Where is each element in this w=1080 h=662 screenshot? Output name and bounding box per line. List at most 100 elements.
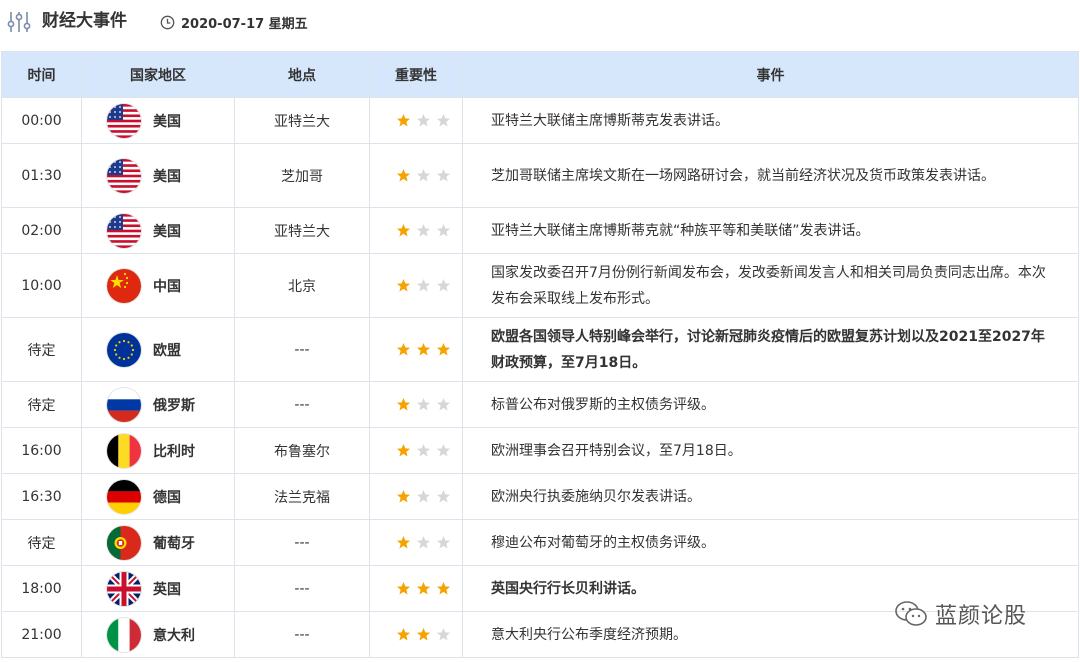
star-empty-icon bbox=[416, 168, 431, 183]
cell-time: 10:00 bbox=[1, 253, 82, 318]
country-name: 德国 bbox=[153, 489, 181, 506]
cell-time: 待定 bbox=[1, 317, 82, 382]
cell-importance bbox=[369, 381, 463, 428]
star-filled-icon bbox=[396, 443, 411, 458]
cell-importance bbox=[369, 565, 463, 612]
cell-time: 16:30 bbox=[1, 473, 82, 520]
cell-country: 美国 bbox=[81, 143, 235, 208]
star-empty-icon bbox=[436, 489, 451, 504]
cell-country: 中国 bbox=[81, 253, 235, 318]
star-empty-icon bbox=[436, 113, 451, 128]
country-name: 比利时 bbox=[153, 443, 195, 460]
wechat-icon bbox=[895, 601, 927, 626]
star-empty-icon bbox=[416, 535, 431, 550]
cell-country: 葡萄牙 bbox=[81, 519, 235, 566]
star-filled-icon bbox=[396, 535, 411, 550]
table-row: 01:30 美国 芝加哥 芝加哥联储主席埃文斯在一场网路研讨会，就当前经济状况及货币政… bbox=[1, 143, 1079, 208]
cell-importance bbox=[369, 427, 463, 474]
cell-country: 欧盟 bbox=[81, 317, 235, 382]
star-empty-icon bbox=[436, 535, 451, 550]
importance-stars bbox=[370, 581, 462, 596]
star-empty-icon bbox=[436, 397, 451, 412]
clock-icon bbox=[160, 15, 175, 29]
flag-us-icon bbox=[107, 158, 141, 193]
importance-stars bbox=[370, 278, 462, 293]
table-row: 待定 葡萄牙 --- 穆迪公布对葡萄牙的主权债务评级。 bbox=[1, 519, 1079, 566]
cell-event: 亚特兰大联储主席博斯蒂克发表讲话。 bbox=[462, 97, 1079, 144]
flag-it-icon bbox=[107, 617, 141, 652]
country-wrap: 葡萄牙 bbox=[82, 525, 234, 560]
star-filled-icon bbox=[396, 581, 411, 596]
column-header-country: 国家地区 bbox=[81, 51, 235, 98]
flag-gb-icon bbox=[107, 571, 141, 606]
cell-importance bbox=[369, 253, 463, 318]
star-filled-icon bbox=[416, 627, 431, 642]
cell-location: 法兰克福 bbox=[234, 473, 370, 520]
country-wrap: 美国 bbox=[82, 103, 234, 138]
star-empty-icon bbox=[416, 397, 431, 412]
column-header-event: 事件 bbox=[462, 51, 1079, 98]
country-wrap: 英国 bbox=[82, 571, 234, 606]
country-wrap: 德国 bbox=[82, 479, 234, 514]
cell-location: 北京 bbox=[234, 253, 370, 318]
cell-importance bbox=[369, 317, 463, 382]
country-wrap: 欧盟 bbox=[82, 332, 234, 367]
star-filled-icon bbox=[396, 397, 411, 412]
importance-stars bbox=[370, 113, 462, 128]
country-name: 中国 bbox=[153, 278, 181, 295]
title-bar: 财经大事件 2020-07-17 星期五 bbox=[0, 0, 1080, 46]
events-table: 时间 国家地区 地点 重要性 事件 00:00 美国 亚特兰大 亚特兰大联储主席博斯蒂… bbox=[1, 51, 1079, 658]
cell-time: 16:00 bbox=[1, 427, 82, 474]
cell-time: 00:00 bbox=[1, 97, 82, 144]
country-name: 美国 bbox=[153, 223, 181, 240]
star-filled-icon bbox=[436, 342, 451, 357]
cell-location: --- bbox=[234, 611, 370, 658]
cell-location: 亚特兰大 bbox=[234, 97, 370, 144]
country-wrap: 意大利 bbox=[82, 617, 234, 652]
cell-country: 俄罗斯 bbox=[81, 381, 235, 428]
cell-importance bbox=[369, 519, 463, 566]
country-name: 美国 bbox=[153, 168, 181, 185]
cell-importance bbox=[369, 473, 463, 520]
date-display: 2020-07-17 星期五 bbox=[160, 12, 308, 32]
star-filled-icon bbox=[416, 342, 431, 357]
flag-us-icon bbox=[107, 103, 141, 138]
date-text: 2020-07-17 星期五 bbox=[181, 16, 308, 32]
table-body: 00:00 美国 亚特兰大 亚特兰大联储主席博斯蒂克发表讲话。 01:30 美国 芝加哥 芝加… bbox=[1, 97, 1079, 658]
importance-stars bbox=[370, 627, 462, 642]
cell-importance bbox=[369, 611, 463, 658]
importance-stars bbox=[370, 223, 462, 238]
cell-time: 21:00 bbox=[1, 611, 82, 658]
country-wrap: 俄罗斯 bbox=[82, 387, 234, 422]
column-header-location: 地点 bbox=[234, 51, 370, 98]
country-wrap: 美国 bbox=[82, 158, 234, 193]
star-empty-icon bbox=[436, 278, 451, 293]
cell-event: 亚特兰大联储主席博斯蒂克就“种族平等和美联储”发表讲话。 bbox=[462, 207, 1079, 254]
column-header-time: 时间 bbox=[1, 51, 82, 98]
star-filled-icon bbox=[396, 113, 411, 128]
table-row: 10:00 中国 北京 国家发改委召开7月份例行新闻发布会，发改委新闻发言人和相关司局… bbox=[1, 253, 1079, 318]
country-name: 欧盟 bbox=[153, 342, 181, 359]
cell-time: 01:30 bbox=[1, 143, 82, 208]
star-empty-icon bbox=[416, 278, 431, 293]
country-name: 美国 bbox=[153, 113, 181, 130]
table-row: 00:00 美国 亚特兰大 亚特兰大联储主席博斯蒂克发表讲话。 bbox=[1, 97, 1079, 144]
star-empty-icon bbox=[436, 627, 451, 642]
star-empty-icon bbox=[416, 113, 431, 128]
star-filled-icon bbox=[396, 278, 411, 293]
star-empty-icon bbox=[436, 168, 451, 183]
flag-be-icon bbox=[107, 433, 141, 468]
flag-cn-icon bbox=[107, 268, 141, 303]
table-header-row: 时间 国家地区 地点 重要性 事件 bbox=[1, 51, 1079, 98]
cell-location: --- bbox=[234, 381, 370, 428]
flag-pt-icon bbox=[107, 525, 141, 560]
flag-eu-icon bbox=[107, 332, 141, 367]
cell-time: 02:00 bbox=[1, 207, 82, 254]
importance-stars bbox=[370, 535, 462, 550]
star-empty-icon bbox=[436, 443, 451, 458]
cell-location: 亚特兰大 bbox=[234, 207, 370, 254]
star-empty-icon bbox=[436, 223, 451, 238]
country-wrap: 中国 bbox=[82, 268, 234, 303]
cell-country: 美国 bbox=[81, 97, 235, 144]
country-name: 意大利 bbox=[153, 627, 195, 644]
